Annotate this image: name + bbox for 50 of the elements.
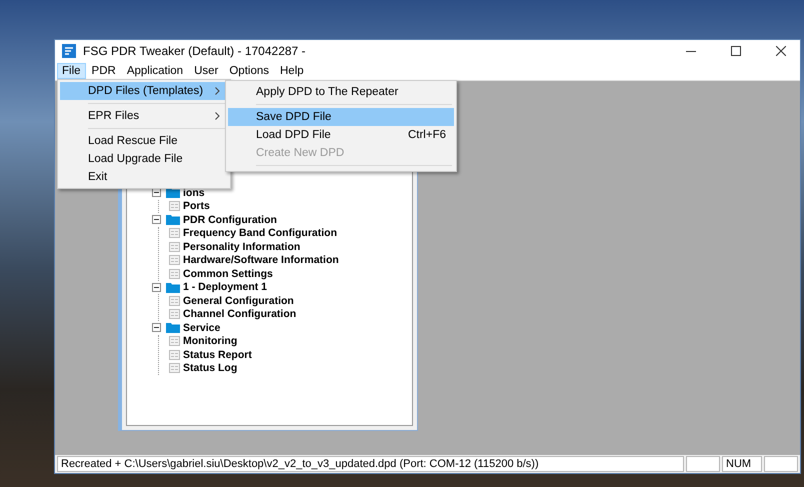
page-icon bbox=[169, 268, 180, 279]
tree-item[interactable]: Common Settings bbox=[183, 268, 273, 280]
folder-icon bbox=[166, 214, 180, 226]
page-icon bbox=[169, 242, 180, 252]
menu-item[interactable]: Exit bbox=[60, 168, 228, 186]
close-icon bbox=[776, 46, 786, 56]
menu-item[interactable]: Apply DPD to The Repeater bbox=[228, 83, 454, 105]
page-icon bbox=[169, 350, 180, 360]
tree-item[interactable]: Status Report bbox=[183, 348, 252, 361]
page-icon bbox=[169, 296, 180, 306]
folder-icon bbox=[166, 282, 180, 293]
page-icon bbox=[169, 255, 180, 266]
menu-item[interactable]: Save DPD File bbox=[228, 108, 454, 126]
tree-item[interactable]: PDR Configuration bbox=[183, 214, 277, 226]
collapse-toggle[interactable] bbox=[152, 215, 161, 224]
page-icon bbox=[169, 201, 180, 212]
tree-item[interactable]: Channel Configuration bbox=[183, 308, 296, 320]
app-logo-icon bbox=[62, 44, 76, 58]
menu-item[interactable]: Help bbox=[275, 63, 309, 79]
menu-item[interactable]: EPR Files bbox=[60, 107, 228, 129]
folder-icon bbox=[166, 322, 180, 334]
tree-item[interactable]: ions bbox=[183, 186, 205, 199]
tree-item[interactable]: General Configuration bbox=[183, 294, 294, 307]
tree-item[interactable]: Personality Information bbox=[183, 240, 300, 253]
menu-item[interactable]: File bbox=[57, 63, 86, 79]
page-icon bbox=[169, 309, 180, 320]
status-text: Recreated + C:\Users\gabriel.siu\Desktop\v2_v2_to_v3_updated.dpd (Port: COM-12 (115200 b/s)) bbox=[57, 456, 684, 472]
menu-item[interactable]: Load Upgrade File bbox=[60, 150, 228, 168]
tree-item[interactable]: Frequency Band Configuration bbox=[183, 227, 338, 240]
menu-item[interactable]: User bbox=[189, 63, 224, 79]
tree-item[interactable]: Ports bbox=[183, 200, 210, 212]
collapse-toggle[interactable] bbox=[152, 282, 161, 292]
collapse-toggle[interactable] bbox=[152, 323, 161, 332]
window-title: FSG PDR Tweaker (Default) - 17042287 - bbox=[83, 44, 307, 58]
tree-item[interactable]: Status Log bbox=[183, 362, 238, 374]
page-icon bbox=[169, 336, 180, 346]
minimize-icon bbox=[686, 50, 696, 52]
page-icon bbox=[169, 228, 180, 238]
tree-item[interactable]: Hardware/Software Information bbox=[183, 254, 339, 266]
maximize-icon bbox=[731, 46, 741, 56]
tree-item[interactable]: Monitoring bbox=[183, 335, 238, 348]
menu-item[interactable]: Application bbox=[122, 63, 188, 79]
menu-item[interactable]: Load DPD File Ctrl+F6 bbox=[228, 126, 454, 144]
num-lock-indicator: NUM bbox=[722, 456, 762, 472]
tree-item[interactable]: Service bbox=[183, 322, 220, 334]
tree-item[interactable]: 1 - Deployment 1 bbox=[183, 281, 268, 294]
menu-item[interactable]: Load Rescue File bbox=[60, 132, 228, 150]
page-icon bbox=[169, 363, 180, 374]
menu-item[interactable]: PDR bbox=[86, 63, 121, 79]
menu-item[interactable]: Options bbox=[224, 63, 274, 79]
